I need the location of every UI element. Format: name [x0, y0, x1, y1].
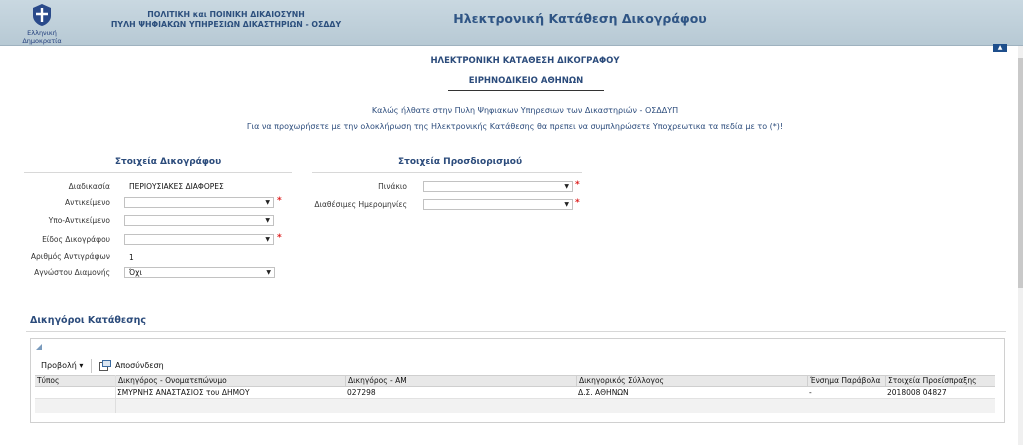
- required-marker: *: [575, 198, 580, 208]
- chevron-down-icon: ▼: [564, 183, 569, 190]
- column-header-lawyer-name[interactable]: Δικηγόρος - Ονοματεπώνυμο: [115, 376, 345, 386]
- doc-type-select[interactable]: ▼: [124, 234, 274, 245]
- lawyers-section-title: Δικηγόροι Κατάθεσης: [30, 315, 146, 326]
- copies-label: Αριθμός Αντιγράφων: [30, 252, 110, 261]
- chevron-up-icon: ▲: [997, 44, 1003, 51]
- schedule-section-title: Στοιχεία Προσδιορισμού: [397, 157, 523, 167]
- dates-label: Διαθέσιμες Ημερομηνίες: [314, 200, 407, 209]
- org-line-2: ΠΥΛΗ ΨΗΦΙΑΚΩΝ ΥΠΗΡΕΣΙΩΝ ΔΙΚΑΣΤΗΡΙΩΝ - ΟΣ…: [110, 20, 342, 29]
- chevron-down-icon: ▼: [265, 199, 270, 206]
- chevron-down-icon: ▼: [265, 217, 270, 224]
- required-marker: *: [575, 180, 580, 190]
- emblem-icon: [33, 4, 51, 26]
- doc-type-label: Είδος Δικογράφου: [42, 235, 110, 244]
- column-header-bar-association[interactable]: Δικηγορικός Σύλλογος: [576, 376, 807, 386]
- subsubject-select[interactable]: ▼: [124, 215, 274, 226]
- organization-name: ΠΟΛΙΤΙΚΗ και ΠΟΙΝΙΚΗ ΔΙΚΑΙΟΣΥΝΗ ΠΥΛΗ ΨΗΦ…: [96, 10, 356, 30]
- scrollbar-thumb[interactable]: [1018, 58, 1023, 288]
- emblem-caption: Ελληνική Δημοκρατία: [22, 29, 62, 45]
- column-header-stamps-fees[interactable]: Ένσημα Παράβολα: [807, 376, 885, 386]
- column-separator: [115, 375, 116, 413]
- column-header-lawyer-am[interactable]: Δικηγόρος - ΑΜ: [345, 376, 576, 386]
- page-title: ΗΛΕΚΤΡΟΝΙΚΗ ΚΑΤΑΘΕΣΗ ΔΙΚΟΓΡΑΦΟΥ: [430, 56, 620, 66]
- table-empty-row: [35, 399, 995, 413]
- doc-section-title: Στοιχεία Δικογράφου: [114, 157, 222, 167]
- required-marker: *: [277, 196, 282, 206]
- procedure-value: ΠΕΡΙΟΥΣΙΑΚΕΣ ΔΙΑΦΟΡΕΣ: [129, 182, 224, 191]
- column-header-type[interactable]: Τύπος: [35, 376, 115, 386]
- docket-select[interactable]: ▼: [423, 181, 573, 192]
- app-header: Ελληνική Δημοκρατία ΠΟΛΙΤΙΚΗ και ΠΟΙΝΙΚΗ…: [0, 0, 1023, 46]
- required-marker: *: [277, 233, 282, 243]
- table-header-row: Τύπος Δικηγόρος - Ονοματεπώνυμο Δικηγόρο…: [35, 375, 995, 387]
- lawyers-section-divider: [26, 331, 1006, 332]
- detach-button[interactable]: Αποσύνδεση: [115, 361, 164, 370]
- toolbar-separator: [91, 359, 92, 373]
- docket-label: Πινάκιο: [378, 182, 407, 191]
- resize-corner-icon[interactable]: [36, 344, 42, 350]
- copies-value: 1: [129, 253, 134, 262]
- cell-bar-association: Δ.Σ. ΑΘΗΝΩΝ: [578, 388, 629, 397]
- chevron-down-icon: ▼: [265, 236, 270, 243]
- view-menu-button[interactable]: Προβολή ▾: [41, 361, 83, 370]
- table-row[interactable]: ΣΜΥΡΝΗΣ ΑΝΑΣΤΑΣΙΟΣ του ΔΗΜΟΥ 027298 Δ.Σ.…: [35, 387, 995, 399]
- greek-emblem-logo: Ελληνική Δημοκρατία: [8, 3, 76, 45]
- unknown-residence-select-value: Όχι: [129, 268, 142, 277]
- grid-toolbar: Προβολή ▾ Αποσύνδεση: [35, 359, 995, 373]
- column-header-prepayment[interactable]: Στοιχεία Προείσπραξης: [885, 376, 995, 386]
- subject-select[interactable]: ▼: [124, 197, 274, 208]
- vertical-scrollbar[interactable]: [1018, 46, 1023, 445]
- org-line-1: ΠΟΛΙΤΙΚΗ και ΠΟΙΝΙΚΗ ΔΙΚΑΙΟΣΥΝΗ: [147, 10, 305, 19]
- subsubject-label: Υπο-Αντικείμενο: [48, 216, 110, 225]
- cell-prepayment: 2018008 04827: [887, 388, 947, 397]
- dates-select[interactable]: ▼: [423, 199, 573, 210]
- collapse-header-button[interactable]: ▲: [993, 44, 1007, 52]
- cell-lawyer-name: ΣΜΥΡΝΗΣ ΑΝΑΣΤΑΣΙΟΣ του ΔΗΜΟΥ: [117, 388, 250, 397]
- welcome-text: Καλώς ήλθατε στην Πυλη Ψηφιακων Υπηρεσιω…: [371, 106, 679, 115]
- schedule-section-divider: [312, 172, 582, 173]
- chevron-down-icon: ▼: [266, 269, 271, 276]
- instructions-text: Για να προχωρήσετε με την ολοκλήρωση της…: [246, 122, 784, 131]
- doc-section-divider: [24, 172, 292, 173]
- court-underline: [448, 90, 604, 91]
- cell-lawyer-am: 027298: [347, 388, 376, 397]
- cell-stamps-fees: -: [809, 388, 812, 397]
- court-name: ΕΙΡΗΝΟΔΙΚΕΙΟ ΑΘΗΝΩΝ: [468, 76, 584, 86]
- chevron-down-icon: ▼: [564, 201, 569, 208]
- procedure-label: Διαδικασία: [68, 182, 110, 191]
- unknown-residence-select[interactable]: Όχι ▼: [124, 267, 275, 278]
- detach-icon[interactable]: [99, 360, 111, 371]
- app-title: Ηλεκτρονική Κατάθεση Δικογράφου: [453, 11, 707, 26]
- unknown-residence-label: Αγνώστου Διαμονής: [34, 268, 110, 277]
- subject-label: Αντικείμενο: [65, 198, 110, 207]
- lawyers-grid-panel: Προβολή ▾ Αποσύνδεση Τύπος Δικηγόρος - Ο…: [30, 338, 1005, 423]
